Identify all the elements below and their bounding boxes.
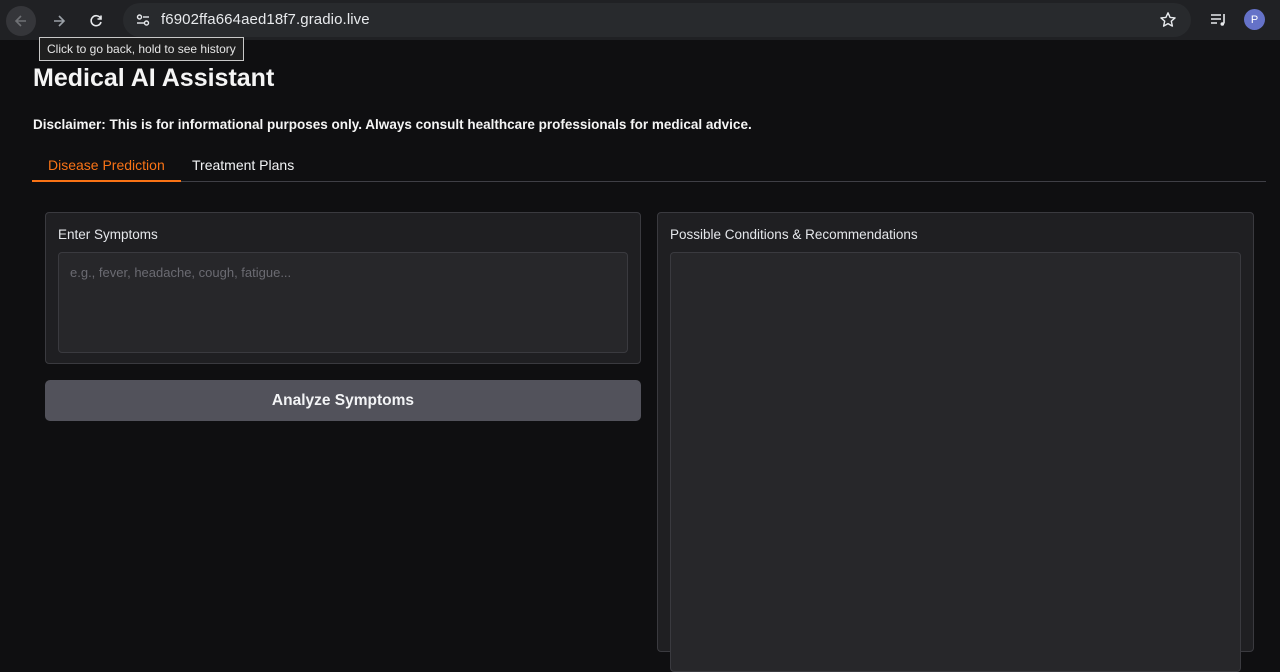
- results-label: Possible Conditions & Recommendations: [670, 227, 918, 242]
- tab-bar: Disease Prediction Treatment Plans: [32, 150, 1266, 182]
- forward-button[interactable]: [44, 6, 74, 36]
- tab-search-icon[interactable]: [1207, 9, 1229, 31]
- symptoms-label: Enter Symptoms: [58, 227, 158, 242]
- forward-arrow-icon: [54, 15, 66, 27]
- star-icon[interactable]: [1159, 11, 1177, 29]
- results-panel: Possible Conditions & Recommendations: [657, 212, 1254, 672]
- address-bar[interactable]: f6902ffa664aed18f7.gradio.live: [123, 3, 1191, 37]
- url-text[interactable]: f6902ffa664aed18f7.gradio.live: [161, 11, 370, 28]
- back-arrow-icon: [14, 15, 26, 27]
- back-tooltip: Click to go back, hold to see history: [39, 37, 244, 61]
- tab-treatment-plans[interactable]: Treatment Plans: [176, 150, 310, 182]
- symptoms-panel: Enter Symptoms: [45, 212, 641, 364]
- profile-avatar[interactable]: P: [1244, 9, 1265, 30]
- reload-button[interactable]: [81, 6, 111, 36]
- symptoms-input[interactable]: [58, 252, 628, 353]
- site-info-icon: [136, 14, 150, 26]
- disclaimer-text: Disclaimer: This is for informational pu…: [33, 117, 752, 132]
- tab-disease-prediction[interactable]: Disease Prediction: [32, 150, 181, 182]
- site-info-button[interactable]: [131, 8, 155, 32]
- browser-toolbar: f6902ffa664aed18f7.gradio.live P: [0, 0, 1280, 40]
- reload-icon: [90, 14, 102, 27]
- page-title: Medical AI Assistant: [33, 64, 275, 92]
- results-output[interactable]: [670, 252, 1241, 672]
- analyze-symptoms-button[interactable]: Analyze Symptoms: [45, 380, 641, 421]
- back-button[interactable]: [6, 6, 36, 36]
